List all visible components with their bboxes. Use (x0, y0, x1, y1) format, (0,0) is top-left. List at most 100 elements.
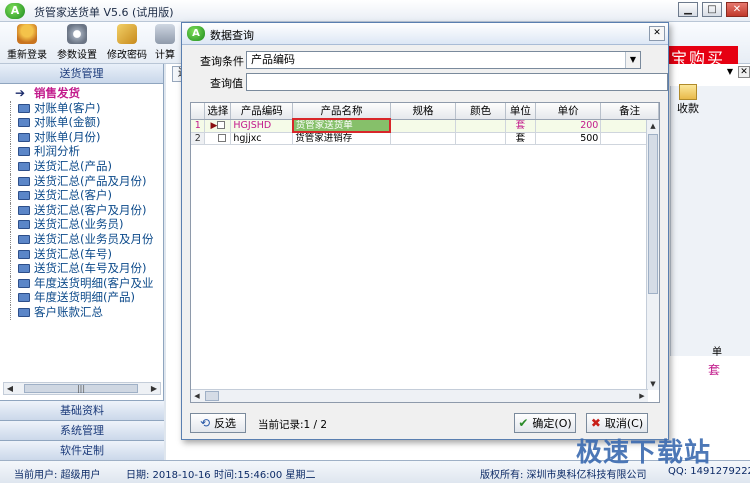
nav-item[interactable]: 送货汇总(车号及月份) (6, 261, 163, 276)
system-management-button[interactable]: 系统管理 (0, 420, 164, 440)
row-checkbox[interactable] (218, 134, 227, 143)
scroll-right-icon[interactable]: ▶ (148, 383, 160, 394)
folder-icon (18, 132, 30, 142)
scroll-left-icon[interactable]: ◀ (191, 390, 203, 402)
scroll-right-icon[interactable]: ▶ (636, 390, 648, 402)
column-header-code[interactable]: 产品编码 (230, 103, 294, 120)
cancel-button[interactable]: ✖ 取消(C) (586, 413, 648, 433)
nav-item[interactable]: 年度送货明细(客户及业 (6, 275, 163, 291)
nav-item[interactable]: 送货汇总(业务员) (6, 217, 163, 232)
grid-horizontal-scrollbar[interactable]: ◀ ▶ (191, 389, 648, 402)
scroll-left-icon[interactable]: ◀ (4, 383, 16, 394)
change-password-button[interactable]: 修改密码 (104, 24, 150, 61)
cell-name[interactable]: 货管家送货单 (291, 118, 392, 133)
column-header-spec[interactable]: 规格 (390, 103, 457, 120)
nav-item[interactable]: 送货汇总(客户) (6, 188, 163, 203)
receive-payment-button[interactable]: 收款 (670, 84, 706, 116)
nav-item[interactable]: 送货汇总(产品及月份) (6, 173, 163, 189)
arrow-right-icon: ➔ (15, 86, 26, 100)
row-number-header (191, 103, 206, 120)
invert-selection-button[interactable]: ⟲ 反选 (190, 413, 246, 433)
row-checkbox-cell[interactable]: ▶ (204, 119, 232, 133)
folder-icon (18, 191, 30, 201)
nav-item[interactable]: 年度送货明细(产品) (6, 290, 163, 305)
folder-icon (18, 249, 30, 259)
cell-color[interactable] (455, 119, 506, 133)
column-header-unit[interactable]: 单位 (505, 103, 536, 120)
column-header-select[interactable]: 选择 (204, 103, 232, 120)
query-value-label: 查询值 (210, 77, 243, 90)
cell-spec[interactable] (390, 119, 457, 133)
cell-code[interactable]: hgjjxc (230, 132, 294, 145)
data-query-dialog: A 数据查询 ✕ 查询条件 产品编码 ▼ 查询值 选择 产品编码 产品名称 规格… (181, 22, 669, 440)
scroll-thumb[interactable]: ||| (24, 384, 138, 393)
receipt-icon (679, 84, 697, 100)
refresh-icon: ⟲ (199, 416, 211, 430)
column-header-name[interactable]: 产品名称 (292, 103, 391, 120)
cell-name[interactable]: 货管家进销存 (292, 132, 391, 145)
row-checkbox-cell[interactable] (204, 132, 232, 145)
scroll-up-icon[interactable]: ▲ (647, 120, 659, 132)
column-header-price[interactable]: 单价 (535, 103, 602, 120)
nav-item[interactable]: 送货汇总(产品) (6, 158, 163, 174)
cell-code[interactable]: HGJSHD (230, 119, 294, 133)
folder-icon (18, 103, 30, 113)
scroll-thumb[interactable] (648, 134, 658, 294)
query-value-input[interactable] (246, 73, 668, 91)
table-header-row: 选择 产品编码 产品名称 规格 颜色 单位 单价 备注 (191, 103, 659, 120)
nav-horizontal-scrollbar[interactable]: ◀ ||| ▶ (3, 382, 161, 395)
window-title: 货管家送货单 V5.6 (试用版) (34, 6, 174, 19)
scroll-down-icon[interactable]: ▼ (647, 378, 659, 390)
folder-icon (18, 278, 30, 288)
custom-software-button[interactable]: 软件定制 (0, 440, 164, 460)
product-table: 选择 产品编码 产品名称 规格 颜色 单位 单价 备注 1 ▶ HGJSHD 货… (191, 103, 659, 145)
folder-icon (18, 293, 30, 303)
table-row[interactable]: 1 ▶ HGJSHD 货管家送货单 套 200 (191, 118, 659, 133)
relogin-button[interactable]: 重新登录 (4, 24, 50, 61)
column-header-color[interactable]: 颜色 (455, 103, 506, 120)
checkmark-icon: ✔ (518, 416, 529, 430)
record-indicator: 当前记录:1 / 2 (258, 419, 328, 431)
scroll-thumb[interactable] (205, 391, 219, 401)
cell-spec[interactable] (390, 132, 457, 145)
cell-unit[interactable]: 套 (505, 119, 536, 133)
product-grid: 选择 产品编码 产品名称 规格 颜色 单位 单价 备注 1 ▶ HGJSHD 货… (190, 102, 660, 403)
nav-item-sales-delivery[interactable]: ➔ 销售发货 (6, 86, 163, 101)
maximize-button[interactable]: □ (702, 2, 722, 17)
nav-item[interactable]: 送货汇总(业务员及月份 (6, 231, 163, 247)
user-icon (17, 24, 37, 44)
nav-item[interactable]: 利润分析 (6, 144, 163, 159)
folder-icon (18, 118, 30, 128)
nav-item[interactable]: 客户账款汇总 (6, 304, 163, 320)
cell-price[interactable]: 200 (535, 119, 602, 133)
column-header-note[interactable]: 备注 (600, 103, 659, 120)
cell-color[interactable] (455, 132, 506, 145)
settings-button[interactable]: 参数设置 (54, 24, 100, 61)
calculator-button[interactable]: 计算 (150, 24, 180, 61)
nav-item[interactable]: 送货汇总(客户及月份) (6, 202, 163, 218)
nav-header[interactable]: 送货管理 (0, 64, 163, 84)
query-condition-select[interactable]: 产品编码 ▼ (246, 51, 641, 69)
basic-data-button[interactable]: 基础资料 (0, 400, 164, 420)
nav-item[interactable]: 送货汇总(车号) (6, 246, 163, 262)
table-row[interactable]: 2 hgjjxc 货管家进销存 套 500 (191, 132, 659, 145)
nav-item[interactable]: 对账单(金额) (6, 115, 163, 130)
grid-vertical-scrollbar[interactable]: ▲ ▼ (646, 120, 659, 390)
chevron-down-icon[interactable]: ▼ (724, 66, 736, 78)
close-button[interactable]: ✕ (726, 2, 748, 17)
gear-icon (67, 24, 87, 44)
watermark-logo: 极速下载站 (576, 438, 712, 468)
status-time: 时间:15:46:00 星期二 (214, 470, 316, 481)
ok-button[interactable]: ✔ 确定(O) (514, 413, 576, 433)
close-icon[interactable]: ✕ (738, 66, 750, 78)
app-logo-icon: A (5, 3, 25, 19)
app-logo-icon: A (187, 26, 205, 41)
chevron-down-icon[interactable]: ▼ (625, 52, 640, 68)
row-checkbox[interactable] (217, 121, 226, 129)
cell-unit[interactable]: 套 (505, 132, 536, 145)
minimize-button[interactable]: ▁ (678, 2, 698, 17)
cell-price[interactable]: 500 (535, 132, 602, 145)
dialog-close-button[interactable]: ✕ (649, 26, 665, 41)
nav-item[interactable]: 对账单(客户) (6, 100, 163, 116)
nav-item[interactable]: 对账单(月份) (6, 129, 163, 145)
